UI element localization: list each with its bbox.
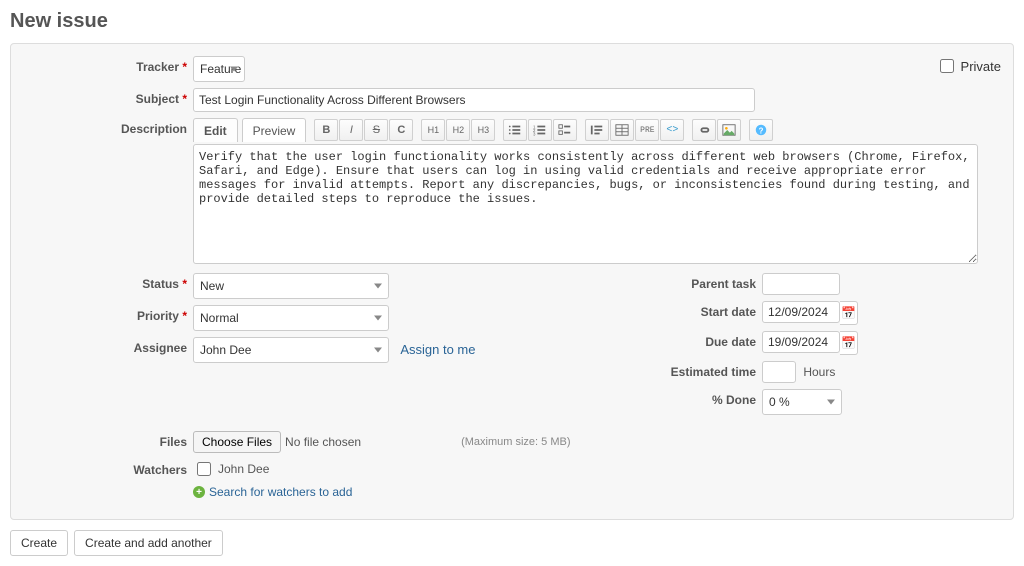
subject-input[interactable] (193, 88, 755, 112)
ol-button[interactable]: 123 (528, 119, 552, 141)
choose-files-button[interactable]: Choose Files (193, 431, 281, 453)
due-date-label: Due date (705, 335, 756, 349)
page-title: New issue (10, 10, 1014, 33)
description-label: Description (121, 122, 187, 136)
watcher-checkbox[interactable] (197, 462, 211, 476)
editor-toolbar: Edit Preview B I S C H1 H2 H3 123 (193, 118, 1001, 142)
pre-button[interactable]: PRE (635, 119, 659, 141)
status-label: Status (142, 277, 179, 291)
assignee-label: Assignee (134, 341, 187, 355)
start-date-input[interactable] (762, 301, 840, 323)
italic-button[interactable]: I (339, 119, 363, 141)
assignee-select[interactable]: John Dee (193, 337, 389, 363)
preview-tab[interactable]: Preview (242, 118, 307, 142)
image-button[interactable] (717, 119, 741, 141)
estimated-time-input[interactable] (762, 361, 796, 383)
tracker-select[interactable]: Feature (193, 56, 245, 82)
link-button[interactable] (692, 119, 716, 141)
priority-select[interactable]: Normal (193, 305, 389, 331)
h1-button[interactable]: H1 (421, 119, 445, 141)
plus-icon: + (193, 486, 205, 498)
strikethrough-button[interactable]: S (364, 119, 388, 141)
codeblock-button[interactable]: <> (660, 119, 684, 141)
status-value: New (193, 273, 389, 299)
hours-label: Hours (803, 365, 835, 379)
tracker-value: Feature (193, 56, 245, 82)
code-button[interactable]: C (389, 119, 413, 141)
private-label: Private (961, 59, 1001, 74)
private-checkbox[interactable] (940, 59, 954, 73)
watcher-name: John Dee (218, 462, 269, 476)
watchers-label: Watchers (133, 463, 187, 477)
private-toggle[interactable]: Private (936, 56, 1001, 76)
svg-text:3: 3 (533, 131, 536, 136)
parent-task-label: Parent task (691, 277, 756, 291)
h2-button[interactable]: H2 (446, 119, 470, 141)
percent-done-value: 0 % (762, 389, 842, 415)
create-another-button[interactable]: Create and add another (74, 530, 223, 556)
estimated-time-label: Estimated time (671, 365, 756, 379)
file-hint: (Maximum size: 5 MB) (461, 436, 570, 448)
table-button[interactable] (610, 119, 634, 141)
files-label: Files (160, 435, 187, 449)
search-watchers-link[interactable]: Search for watchers to add (209, 485, 352, 499)
percent-done-select[interactable]: 0 % (762, 389, 842, 415)
issue-form: Private Tracker * Feature Subject * Desc… (10, 43, 1014, 520)
percent-done-label: % Done (712, 393, 756, 407)
file-status: No file chosen (285, 435, 361, 449)
description-textarea[interactable] (193, 144, 978, 264)
h3-button[interactable]: H3 (471, 119, 495, 141)
start-date-label: Start date (701, 305, 756, 319)
tracker-label: Tracker (136, 60, 179, 74)
priority-label: Priority (137, 309, 179, 323)
calendar-icon[interactable]: 📅 (840, 331, 858, 355)
parent-task-input[interactable] (762, 273, 840, 295)
ul-button[interactable] (503, 119, 527, 141)
create-button[interactable]: Create (10, 530, 68, 556)
priority-value: Normal (193, 305, 389, 331)
bold-button[interactable]: B (314, 119, 338, 141)
help-button[interactable]: ? (749, 119, 773, 141)
svg-text:?: ? (759, 127, 764, 136)
edit-tab[interactable]: Edit (193, 118, 238, 142)
quote-button[interactable] (585, 119, 609, 141)
tasklist-button[interactable] (553, 119, 577, 141)
assign-to-me-link[interactable]: Assign to me (400, 342, 475, 357)
status-select[interactable]: New (193, 273, 389, 299)
subject-label: Subject (136, 92, 179, 106)
assignee-value: John Dee (193, 337, 389, 363)
calendar-icon[interactable]: 📅 (840, 301, 858, 325)
due-date-input[interactable] (762, 331, 840, 353)
